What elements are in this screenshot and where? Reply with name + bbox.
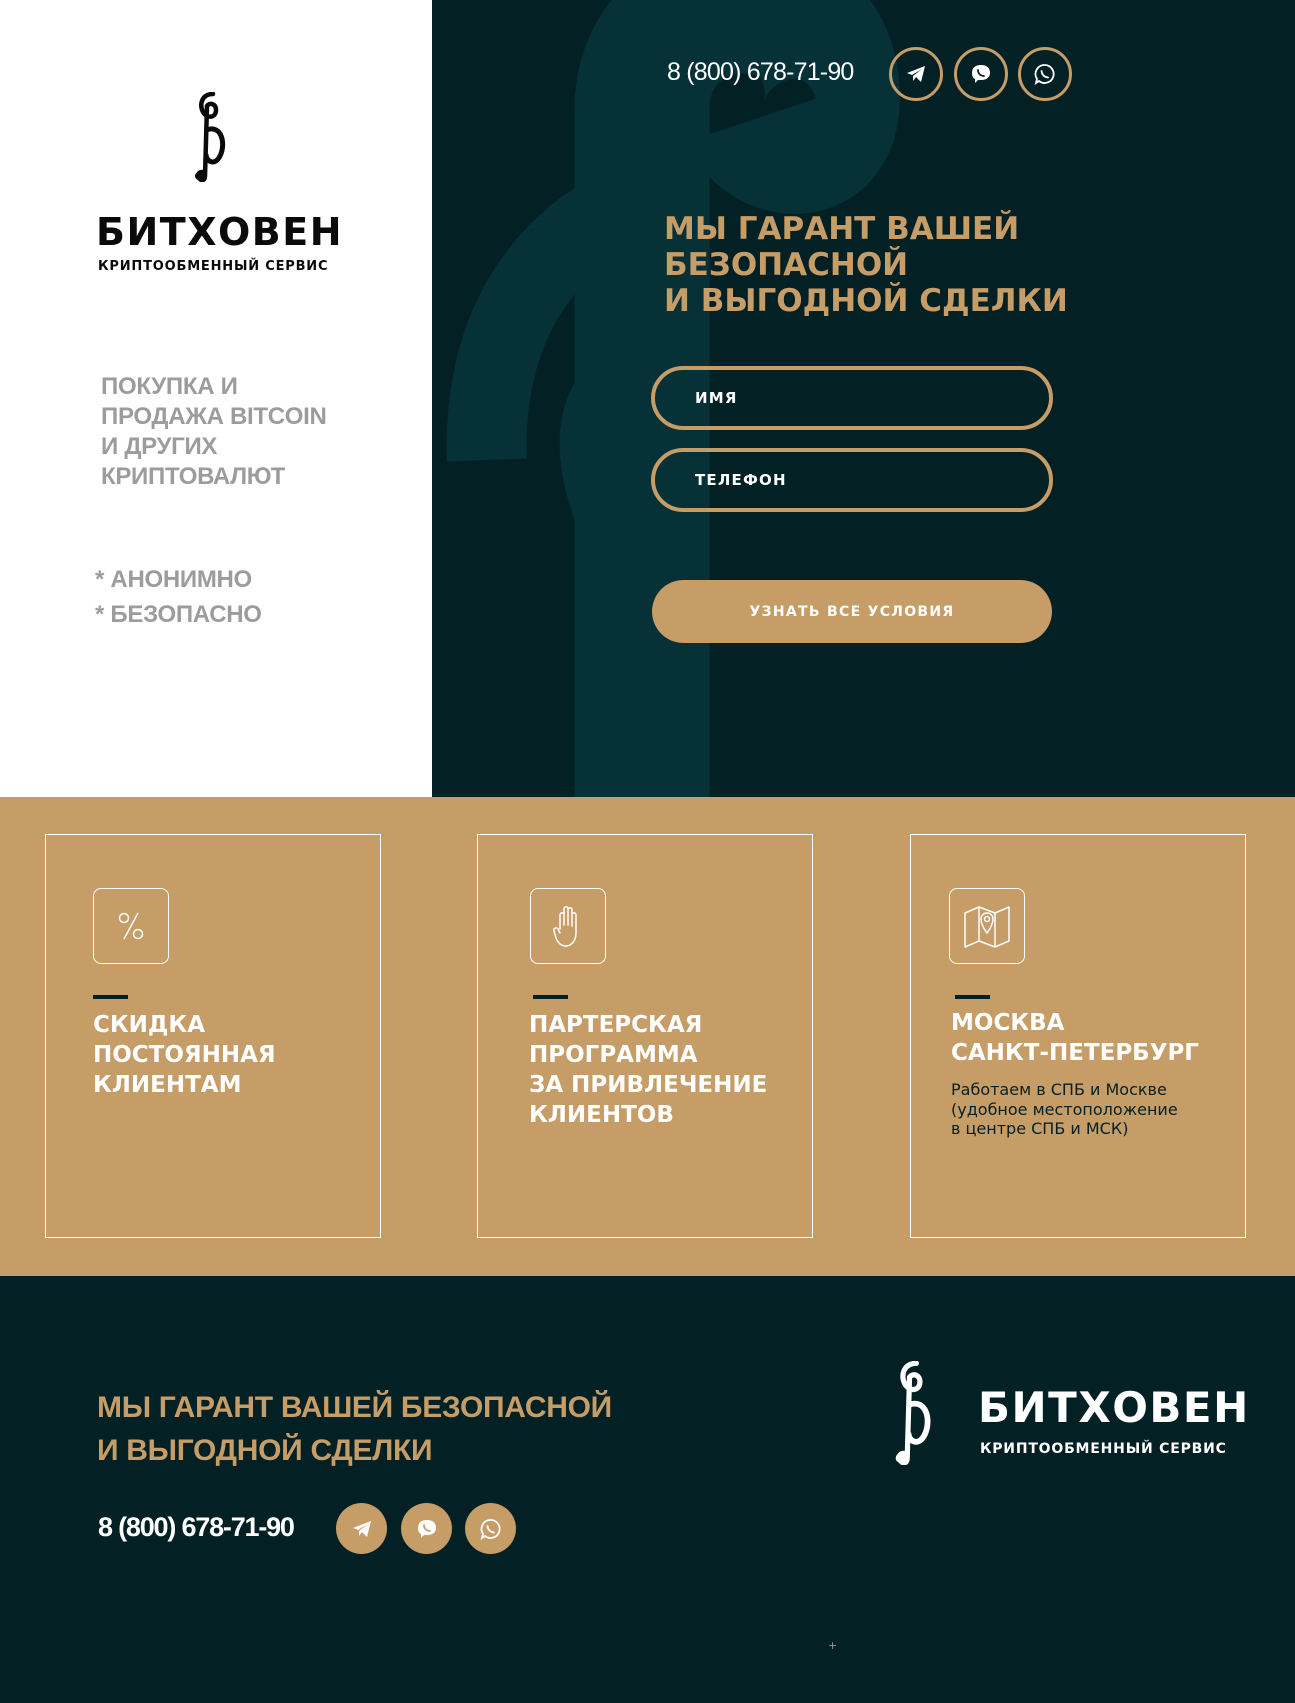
card-icon-box [530, 888, 606, 964]
card-title: МОСКВА САНКТ-ПЕТЕРБУРГ [951, 1008, 1199, 1068]
viber-icon [417, 1519, 436, 1538]
footer-brand-title: БИТХОВЕН [978, 1383, 1250, 1432]
card-description: Работаем в СПБ и Москве (удобное местопо… [951, 1080, 1178, 1139]
whatsapp-icon [480, 1518, 501, 1540]
feature-secure: * БЕЗОПАСНО [95, 601, 262, 628]
phone-input[interactable] [651, 448, 1053, 512]
card-desc-line: в центре СПБ и МСК) [951, 1119, 1129, 1138]
tagline-line: И ДРУГИХ [101, 433, 218, 460]
card-title-line: ПАРТЕРСКАЯ [529, 1012, 703, 1038]
hero-left-panel: БИТХОВЕН КРИПТООБМЕННЫЙ СЕРВИС ПОКУПКА И… [0, 0, 432, 797]
telegram-button[interactable] [889, 47, 943, 101]
plus-mark: + [828, 1639, 838, 1652]
hero-section: БИТХОВЕН КРИПТООБМЕННЫЙ СЕРВИС ПОКУПКА И… [0, 0, 1295, 797]
percent-icon [118, 912, 144, 940]
card-title: СКИДКА ПОСТОЯННАЯ КЛИЕНТАМ [93, 1010, 276, 1100]
footer-section: МЫ ГАРАНТ ВАШЕЙ БЕЗОПАСНОЙ И ВЫГОДНОЙ СД… [0, 1276, 1295, 1703]
treble-clef-b-icon [895, 1361, 931, 1465]
hero-heading-line: И ВЫГОДНОЙ СДЕЛКИ [664, 283, 1068, 319]
whatsapp-button[interactable] [1018, 47, 1072, 101]
card-title-line: ПРОГРАММА [529, 1042, 698, 1068]
card-icon-box [949, 888, 1025, 964]
card-title-line: ПОСТОЯННАЯ [93, 1042, 276, 1068]
card-icon-box [93, 888, 169, 964]
footer-viber-button[interactable] [401, 1503, 452, 1554]
footer-telegram-button[interactable] [336, 1503, 387, 1554]
tagline-line: КРИПТОВАЛЮТ [101, 463, 286, 490]
card-title-line: ЗА ПРИВЛЕЧЕНИЕ [529, 1072, 768, 1098]
treble-clef-b-icon [195, 92, 226, 182]
card-title-line: МОСКВА [951, 1010, 1065, 1036]
brand-title: БИТХОВЕН [96, 210, 344, 254]
hero-right-panel: 8 (800) 678-71-90 МЫ ГАРАНТ ВАШЕЙ БЕЗОПА… [432, 0, 1295, 797]
card-title-line: КЛИЕНТАМ [93, 1072, 242, 1098]
feature-anonymous: * АНОНИМНО [95, 566, 252, 593]
telegram-icon [352, 1520, 371, 1537]
brand-subtitle: КРИПТООБМЕННЫЙ СЕРВИС [98, 259, 329, 274]
feature-card-partner: ПАРТЕРСКАЯ ПРОГРАММА ЗА ПРИВЛЕЧЕНИЕ КЛИЕ… [477, 834, 813, 1238]
card-accent-dash [955, 995, 990, 999]
hand-icon [553, 906, 577, 947]
feature-list: * АНОНИМНО * БЕЗОПАСНО [95, 562, 262, 632]
whatsapp-icon [1034, 64, 1055, 85]
footer-heading: МЫ ГАРАНТ ВАШЕЙ БЕЗОПАСНОЙ И ВЫГОДНОЙ СД… [97, 1386, 612, 1472]
telegram-icon [907, 66, 925, 82]
footer-whatsapp-button[interactable] [465, 1503, 516, 1554]
card-title: ПАРТЕРСКАЯ ПРОГРАММА ЗА ПРИВЛЕЧЕНИЕ КЛИЕ… [529, 1010, 767, 1130]
features-section: СКИДКА ПОСТОЯННАЯ КЛИЕНТАМ ПАРТЕРСКАЯ ПР… [0, 797, 1295, 1276]
card-accent-dash [93, 995, 128, 999]
feature-card-discount: СКИДКА ПОСТОЯННАЯ КЛИЕНТАМ [45, 834, 381, 1238]
feature-card-locations: МОСКВА САНКТ-ПЕТЕРБУРГ Работаем в СПБ и … [910, 834, 1246, 1238]
card-desc-line: (удобное местоположение [951, 1099, 1178, 1119]
footer-heading-line: И ВЫГОДНОЙ СДЕЛКИ [97, 1434, 433, 1467]
tagline-line: ПОКУПКА И [101, 373, 238, 400]
viber-button[interactable] [954, 47, 1008, 101]
hero-heading-line: БЕЗОПАСНОЙ [664, 247, 909, 283]
card-title-line: САНКТ-ПЕТЕРБУРГ [951, 1040, 1199, 1066]
tagline-line: ПРОДАЖА BITCOIN [101, 403, 327, 430]
viber-icon [972, 65, 990, 83]
card-title-line: СКИДКА [93, 1012, 206, 1038]
footer-brand-subtitle: КРИПТООБМЕННЫЙ СЕРВИС [980, 1441, 1227, 1457]
hero-heading-line: МЫ ГАРАНТ ВАШЕЙ [664, 211, 1020, 247]
footer-heading-line: МЫ ГАРАНТ ВАШЕЙ БЕЗОПАСНОЙ [97, 1391, 612, 1424]
footer-phone[interactable]: 8 (800) 678-71-90 [98, 1512, 295, 1543]
name-input[interactable] [651, 366, 1053, 430]
card-title-line: КЛИЕНТОВ [529, 1102, 674, 1128]
map-pin-icon [964, 906, 1010, 948]
learn-conditions-button[interactable]: УЗНАТЬ ВСЕ УСЛОВИЯ [652, 580, 1052, 643]
card-accent-dash [533, 995, 568, 999]
card-desc-line: Работаем в СПБ и Москве [951, 1080, 1167, 1099]
hero-tagline: ПОКУПКА И ПРОДАЖА BITCOIN И ДРУГИХ КРИПТ… [101, 372, 401, 492]
header-phone[interactable]: 8 (800) 678-71-90 [667, 58, 854, 87]
hero-heading: МЫ ГАРАНТ ВАШЕЙ БЕЗОПАСНОЙ И ВЫГОДНОЙ СД… [664, 211, 1068, 319]
